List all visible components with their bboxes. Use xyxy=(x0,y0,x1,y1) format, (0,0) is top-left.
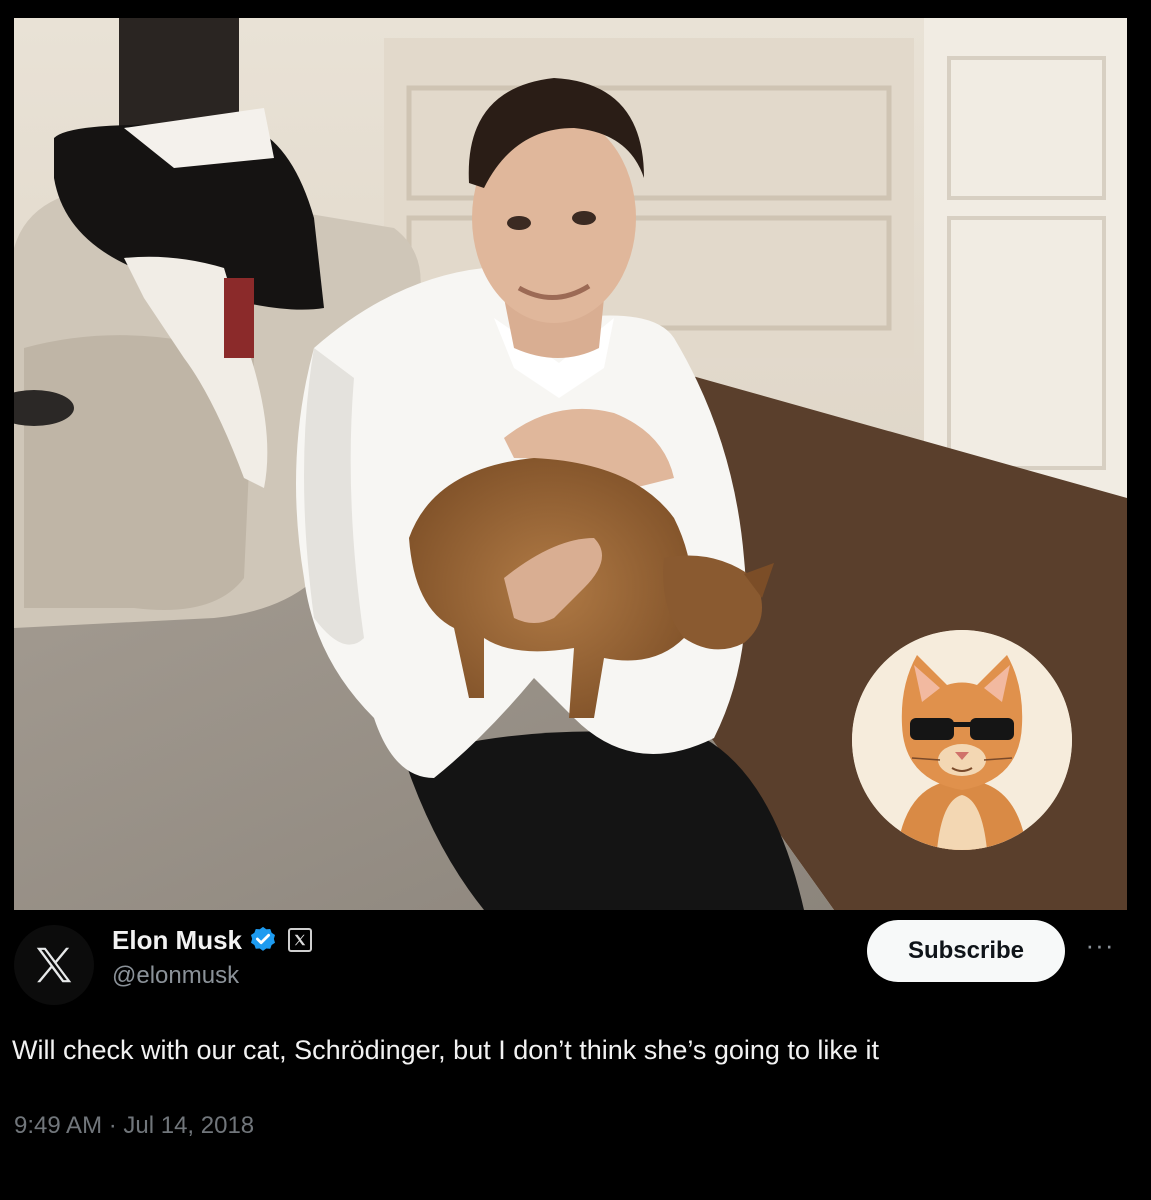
author-handle[interactable]: @elonmusk xyxy=(112,962,239,990)
display-name[interactable]: Elon Musk xyxy=(112,925,242,956)
post-text: Will check with our cat, Schrödinger, bu… xyxy=(12,1035,879,1065)
post-timestamp[interactable]: 9:49 AM · Jul 14, 2018 xyxy=(14,1112,254,1140)
verified-badge-icon xyxy=(251,926,276,951)
x-affiliate-icon xyxy=(294,934,306,946)
subscribe-button[interactable]: Subscribe xyxy=(867,920,1065,982)
affiliation-badge[interactable] xyxy=(288,928,313,952)
author-name-row[interactable]: Elon Musk xyxy=(112,922,313,958)
cat-with-sunglasses-icon xyxy=(852,630,1072,850)
x-logo-icon xyxy=(36,947,72,983)
cool-cat-avatar xyxy=(852,630,1072,850)
post-photo[interactable] xyxy=(14,18,1127,910)
more-options-icon[interactable]: ··· xyxy=(1080,930,1120,960)
x-logo-avatar[interactable] xyxy=(14,925,94,1005)
